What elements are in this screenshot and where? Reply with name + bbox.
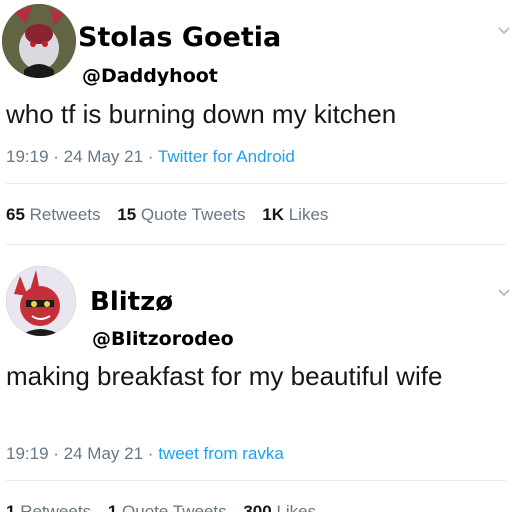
chevron-down-icon[interactable]: [497, 288, 511, 298]
tweet-stats: 65 Retweets 15 Quote Tweets 1K Likes: [6, 205, 340, 225]
divider: [6, 480, 506, 481]
chevron-down-icon[interactable]: [497, 26, 511, 36]
tweet-time[interactable]: 19:19: [6, 147, 49, 166]
display-name[interactable]: Blitzø: [90, 287, 173, 317]
tweet-source[interactable]: tweet from ravka: [158, 444, 284, 463]
user-handle[interactable]: @Daddyhoot: [82, 65, 218, 87]
tweet-meta: 19:19 · 24 May 21 · Twitter for Android: [6, 147, 295, 166]
tweet-source[interactable]: Twitter for Android: [158, 147, 295, 166]
tweet-card: Stolas Goetia @Daddyhoot who tf is burni…: [0, 0, 512, 250]
avatar[interactable]: [6, 266, 76, 336]
tweet-date[interactable]: 24 May 21: [64, 444, 143, 463]
retweets-stat[interactable]: 65 Retweets: [6, 205, 101, 224]
avatar[interactable]: [2, 4, 76, 78]
divider: [6, 244, 506, 245]
quote-tweets-stat[interactable]: 15 Quote Tweets: [117, 205, 245, 224]
tweet-stats: 1 Retweets 1 Quote Tweets 300 Likes: [6, 502, 328, 512]
tweet-card: Blitzø @Blitzorodeo making breakfast for…: [0, 250, 512, 512]
tweet-text: who tf is burning down my kitchen: [6, 99, 397, 129]
avatar-stolas: [2, 4, 76, 78]
avatar-blitzo: [6, 266, 76, 336]
tweet-text: making breakfast for my beautiful wife: [6, 361, 443, 391]
likes-stat[interactable]: 1K Likes: [262, 205, 328, 224]
divider: [6, 183, 506, 184]
likes-stat[interactable]: 300 Likes: [243, 502, 316, 512]
tweet-meta: 19:19 · 24 May 21 · tweet from ravka: [6, 444, 284, 463]
tweet-time[interactable]: 19:19: [6, 444, 49, 463]
quote-tweets-stat[interactable]: 1 Quote Tweets: [108, 502, 227, 512]
display-name[interactable]: Stolas Goetia: [78, 22, 281, 53]
retweets-stat[interactable]: 1 Retweets: [6, 502, 91, 512]
user-handle[interactable]: @Blitzorodeo: [92, 328, 234, 350]
tweet-date[interactable]: 24 May 21: [64, 147, 143, 166]
